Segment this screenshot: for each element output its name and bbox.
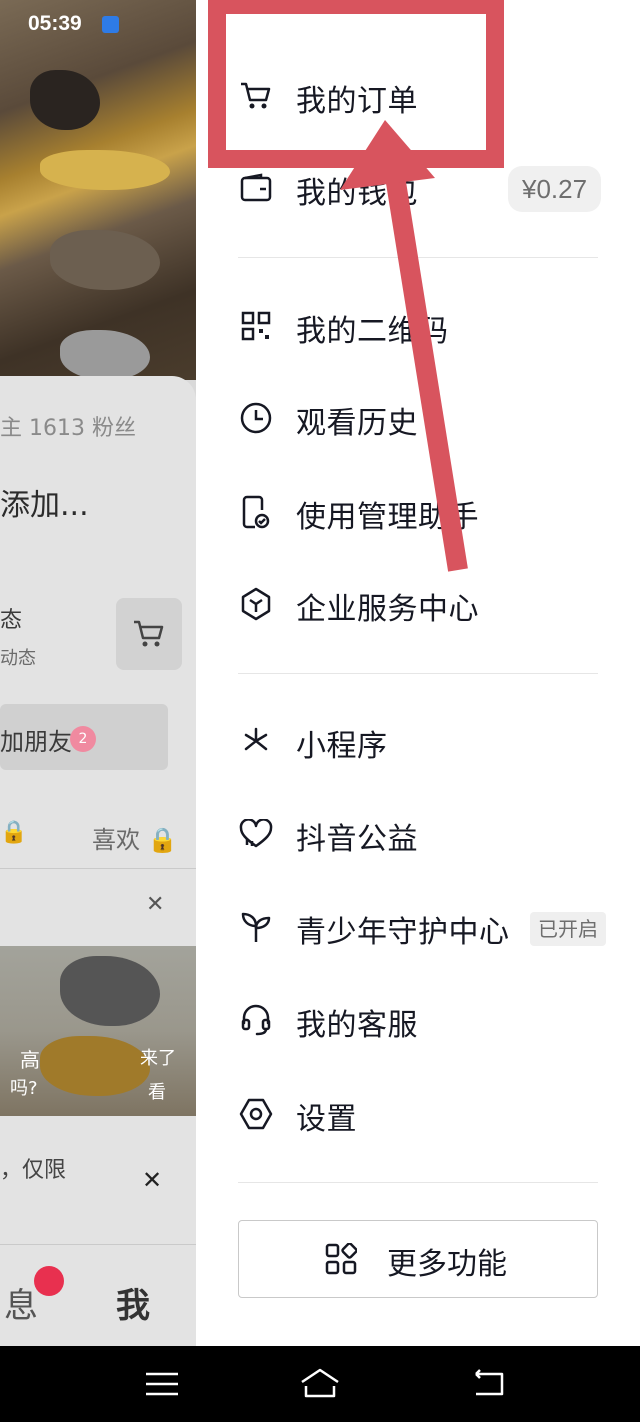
video-caption: 看 bbox=[148, 1082, 166, 1103]
cover-smudge bbox=[40, 150, 170, 190]
background-profile-page: 主 1613 粉丝 添加... 态 动态 加朋友 2 🔒 喜欢 🔒 ✕ 高 吗?… bbox=[0, 0, 196, 1346]
fans-count: 主 1613 粉丝 bbox=[0, 416, 136, 441]
state-title: 态 bbox=[0, 608, 23, 633]
profile-cover-photo bbox=[0, 0, 196, 380]
menu-item-customer-service[interactable]: 我的客服 bbox=[196, 982, 640, 1062]
shop-button bbox=[116, 598, 182, 670]
friend-badge: 2 bbox=[70, 726, 96, 752]
wallet-balance-badge: ¥0.27 bbox=[508, 166, 602, 212]
close-icon: ✕ bbox=[146, 892, 165, 917]
menu-label: 抖音公益 bbox=[296, 822, 418, 857]
menu-item-settings[interactable]: 设置 bbox=[196, 1076, 640, 1156]
clock-icon bbox=[238, 400, 274, 436]
cart-icon bbox=[134, 620, 164, 647]
menu-label: 青少年守护中心 bbox=[296, 915, 510, 950]
settings-icon bbox=[238, 1096, 274, 1132]
sprout-icon bbox=[238, 909, 274, 945]
heart-icon bbox=[238, 816, 274, 852]
home-icon[interactable] bbox=[298, 1366, 342, 1402]
close-icon: ✕ bbox=[142, 1166, 163, 1194]
more-features-label: 更多功能 bbox=[387, 1247, 507, 1282]
video-caption: 来了 bbox=[140, 1048, 176, 1069]
arrow-annotation bbox=[340, 120, 468, 572]
limited-text: ，仅限 bbox=[0, 1158, 67, 1183]
menu-item-charity[interactable]: 抖音公益 bbox=[196, 796, 640, 876]
more-features-button[interactable]: 更多功能 bbox=[238, 1220, 598, 1298]
back-icon[interactable] bbox=[466, 1366, 510, 1402]
menu-item-mini-programs[interactable]: 小程序 bbox=[196, 703, 640, 783]
video-caption: 吗? bbox=[10, 1078, 38, 1099]
wallet-icon bbox=[238, 170, 274, 206]
menu-label: 设置 bbox=[296, 1102, 357, 1137]
menu-label: 小程序 bbox=[296, 729, 388, 764]
menu-label: 企业服务中心 bbox=[296, 592, 479, 627]
phone-check-icon bbox=[238, 494, 274, 530]
tab-me: 我 bbox=[116, 1286, 150, 1326]
add-text: 添加... bbox=[0, 488, 89, 523]
video-caption: 高 bbox=[20, 1048, 40, 1072]
miniprogram-icon bbox=[238, 723, 274, 759]
youth-mode-status-badge: 已开启 bbox=[530, 912, 606, 946]
add-friend-label: 加朋友 bbox=[0, 728, 72, 756]
video-smudge bbox=[40, 1036, 150, 1096]
divider bbox=[0, 1244, 196, 1245]
qrcode-icon bbox=[238, 308, 274, 344]
cover-figure bbox=[30, 70, 100, 130]
message-badge bbox=[34, 1266, 64, 1296]
status-time: 05:39 bbox=[28, 12, 82, 35]
cover-smudge bbox=[50, 230, 160, 290]
menu-icon[interactable] bbox=[140, 1366, 184, 1402]
divider bbox=[0, 868, 196, 869]
enterprise-icon bbox=[238, 586, 274, 622]
grid-icon bbox=[325, 1242, 358, 1279]
menu-label: 我的客服 bbox=[296, 1008, 418, 1043]
divider bbox=[238, 673, 598, 674]
divider bbox=[238, 1182, 598, 1183]
video-smudge bbox=[60, 956, 160, 1026]
headset-icon bbox=[238, 1002, 274, 1038]
system-navigation-bar bbox=[0, 1346, 640, 1422]
lock-icon: 🔒 bbox=[0, 820, 28, 845]
alarm-icon bbox=[102, 16, 119, 33]
cover-smudge bbox=[60, 330, 150, 380]
likes-tab: 喜欢 🔒 bbox=[92, 826, 178, 854]
tab-message: 息 bbox=[4, 1286, 38, 1326]
state-subtitle: 动态 bbox=[0, 648, 36, 669]
